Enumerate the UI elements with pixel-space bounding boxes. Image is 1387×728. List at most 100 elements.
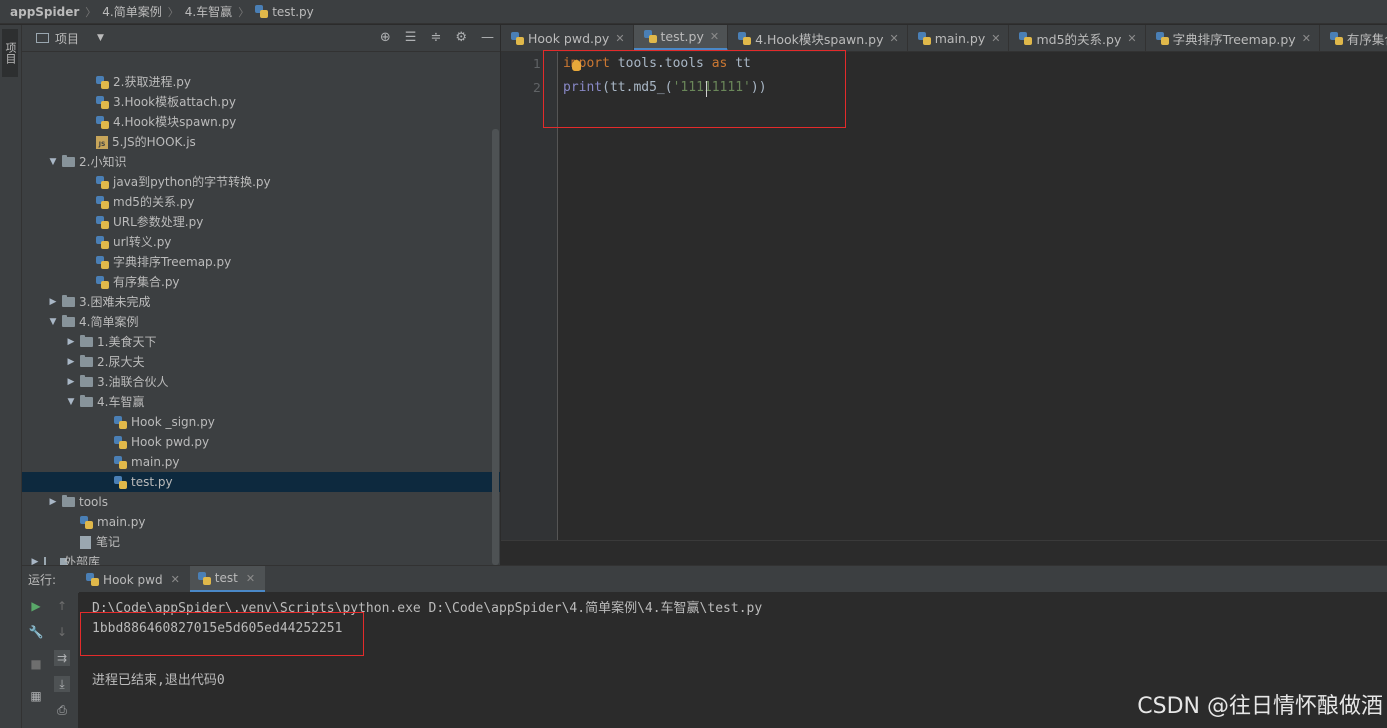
tree-item-label: 外部库 <box>64 555 101 565</box>
tree-item[interactable]: ▶ tools <box>22 492 500 512</box>
locate-file-icon[interactable]: ⊕ <box>380 30 391 45</box>
tree-item[interactable]: 字典排序Treemap.py <box>22 252 500 272</box>
python-file-icon <box>1155 31 1169 45</box>
tree-item[interactable]: ▶ 1.美食天下 <box>22 332 500 352</box>
soft-wrap-icon[interactable]: ⇉ <box>54 650 70 666</box>
print-icon[interactable]: ⎙ <box>54 702 70 718</box>
tree-item[interactable]: URL参数处理.py <box>22 212 500 232</box>
close-icon[interactable]: ✕ <box>1127 32 1136 45</box>
editor-tab[interactable]: main.py ✕ <box>908 25 1010 51</box>
python-file-icon <box>96 275 109 289</box>
output-highlight-box <box>80 612 364 656</box>
close-icon[interactable]: ✕ <box>615 32 624 45</box>
scroll-to-end-icon[interactable]: ⤓ <box>54 676 70 692</box>
chevron-down-icon[interactable]: ▼ <box>46 312 60 332</box>
tree-item[interactable]: ▶ 3.困难未完成 <box>22 292 500 312</box>
tree-item[interactable]: JS 5.JS的HOOK.js <box>22 132 500 152</box>
breadcrumb-file[interactable]: test.py <box>272 5 314 19</box>
tree-item[interactable]: url转义.py <box>22 232 500 252</box>
tree-item[interactable]: Hook _sign.py <box>22 412 500 432</box>
run-tab-hook-pwd[interactable]: Hook pwd ✕ <box>78 566 190 593</box>
tree-item[interactable]: main.py <box>22 512 500 532</box>
navigation-breadcrumb: appSpider 〉 4.简单案例 〉 4.车智赢 〉 test.py <box>0 0 1387 24</box>
chevron-right-icon: 〉 <box>85 5 97 19</box>
tree-item[interactable]: 4.Hook模块spawn.py <box>22 112 500 132</box>
python-file-icon <box>96 95 109 109</box>
tree-item[interactable]: ▶ 2.尿大夫 <box>22 352 500 372</box>
chevron-right-icon[interactable]: ▶ <box>46 492 60 512</box>
expand-all-icon[interactable]: ☰ <box>405 30 417 45</box>
tree-item[interactable]: ▼ 4.车智赢 <box>22 392 500 412</box>
layout-icon[interactable]: ▦ <box>28 688 44 704</box>
close-icon[interactable]: ✕ <box>246 572 255 585</box>
chevron-right-icon[interactable]: ▶ <box>64 352 78 372</box>
tree-item[interactable]: main.py <box>22 452 500 472</box>
editor-tab[interactable]: 4.Hook模块spawn.py ✕ <box>728 25 908 51</box>
project-panel-title[interactable]: 项目 <box>55 30 79 47</box>
tree-item-label: 3.Hook模板attach.py <box>113 95 236 109</box>
close-icon[interactable]: ✕ <box>710 30 719 43</box>
chevron-down-icon[interactable]: ▼ <box>64 392 78 412</box>
tree-item-label: 有序集合.py <box>113 275 180 289</box>
chevron-down-icon[interactable]: ▼ <box>97 33 104 43</box>
console-exit-message: 进程已结束,退出代码0 <box>92 673 225 688</box>
arrow-down-icon[interactable]: ↓ <box>54 624 70 640</box>
gear-icon[interactable]: ⚙ <box>455 30 467 45</box>
close-icon[interactable]: ✕ <box>991 32 1000 45</box>
tree-item-label: 3.困难未完成 <box>79 295 151 309</box>
editor-tab[interactable]: Hook pwd.py ✕ <box>501 25 634 51</box>
library-icon <box>44 556 60 565</box>
stop-icon[interactable]: ■ <box>28 656 44 672</box>
tree-item[interactable]: ▶ 3.油联合伙人 <box>22 372 500 392</box>
tree-item[interactable]: java到python的字节转换.py <box>22 172 500 192</box>
editor-tab[interactable]: test.py ✕ <box>633 25 729 51</box>
csdn-watermark: CSDN @往日情怀酿做酒 <box>1137 694 1383 719</box>
tree-item[interactable]: ▼ 4.简单案例 <box>22 312 500 332</box>
project-tool-tab[interactable]: 项目 <box>2 29 18 77</box>
tree-item[interactable]: test.py <box>22 472 500 492</box>
python-file-icon <box>80 515 93 529</box>
tree-item[interactable]: 2.获取进程.py <box>22 72 500 92</box>
breadcrumb-project[interactable]: appSpider <box>10 5 79 19</box>
tree-scrollbar[interactable] <box>492 129 499 565</box>
tree-item[interactable]: 笔记 <box>22 532 500 552</box>
python-file-icon <box>1019 31 1033 45</box>
folder-icon <box>62 155 75 167</box>
folder-icon <box>80 355 93 367</box>
folder-icon <box>62 495 75 507</box>
run-tab-test[interactable]: test ✕ <box>189 566 266 593</box>
wrench-icon[interactable]: 🔧 <box>28 624 44 640</box>
chevron-right-icon[interactable]: ▶ <box>28 552 42 565</box>
close-icon[interactable]: ✕ <box>889 32 898 45</box>
close-icon[interactable]: ✕ <box>1302 32 1311 45</box>
tree-item[interactable]: Hook pwd.py <box>22 432 500 452</box>
tree-item[interactable]: ▼ 2.小知识 <box>22 152 500 172</box>
chevron-right-icon[interactable]: ▶ <box>64 372 78 392</box>
tree-item[interactable]: md5的关系.py <box>22 192 500 212</box>
arrow-up-icon[interactable]: ↑ <box>54 598 70 614</box>
tree-item[interactable]: ▶ 外部库 <box>22 552 500 565</box>
tree-item-label: 2.获取进程.py <box>113 75 191 89</box>
chevron-down-icon[interactable]: ▼ <box>46 152 60 172</box>
chevron-right-icon[interactable]: ▶ <box>64 332 78 352</box>
close-icon[interactable]: ✕ <box>171 573 180 586</box>
editor-tab[interactable]: md5的关系.py ✕ <box>1009 25 1146 51</box>
editor-tab[interactable]: 有序集合.py✕ <box>1320 25 1387 51</box>
python-file-icon <box>114 475 127 489</box>
tree-item-label: java到python的字节转换.py <box>113 175 271 189</box>
editor-tab-label: 4.Hook模块spawn.py <box>755 31 884 47</box>
breadcrumb-folder-chezhiying[interactable]: 4.车智赢 <box>185 3 232 20</box>
breadcrumb-folder-simple-cases[interactable]: 4.简单案例 <box>102 3 161 20</box>
rerun-icon[interactable]: ▶ <box>28 598 44 614</box>
chevron-right-icon[interactable]: ▶ <box>46 292 60 312</box>
editor-tab[interactable]: 字典排序Treemap.py ✕ <box>1146 25 1320 51</box>
folder-icon <box>80 395 93 407</box>
editor-tab-label: Hook pwd.py <box>528 30 610 46</box>
tree-item[interactable]: 3.Hook模板attach.py <box>22 92 500 112</box>
tree-item[interactable]: 有序集合.py <box>22 272 500 292</box>
tree-item-label: 4.Hook模块spawn.py <box>113 115 237 129</box>
run-toolbar: ▶ ↑ 🔧 ↓ ■ ⇉ ⤓ ▦ ⎙ <box>22 592 78 728</box>
hide-panel-icon[interactable]: — <box>481 30 494 45</box>
collapse-all-icon[interactable]: ≑ <box>430 30 441 45</box>
tree-item-label: main.py <box>97 515 146 529</box>
